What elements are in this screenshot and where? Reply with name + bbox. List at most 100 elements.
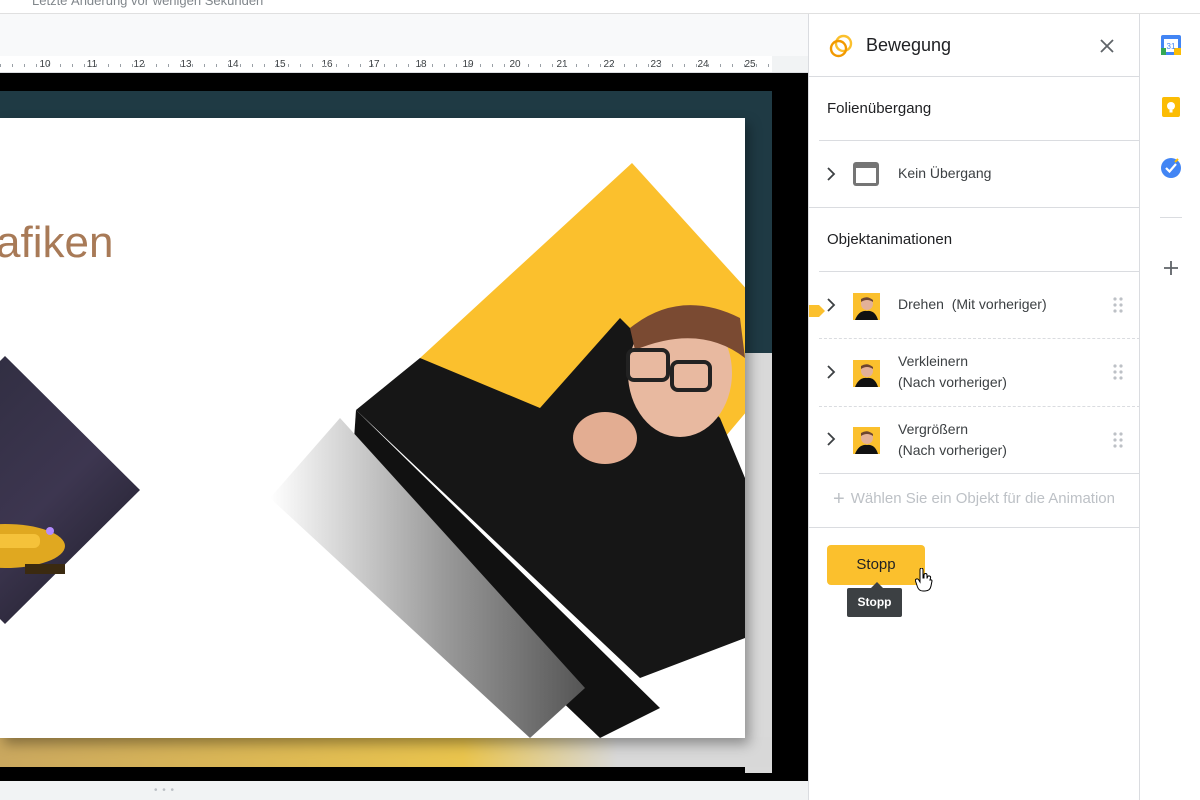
ruler-dot: [108, 64, 109, 67]
ruler-tick-label: 20: [509, 59, 521, 70]
panel-header: Bewegung: [809, 14, 1140, 77]
animation-item[interactable]: Verkleinern (Nach vorheriger): [809, 339, 1140, 406]
ruler-dot: [552, 64, 553, 67]
animation-object-thumbnail: [853, 360, 880, 387]
ruler-dot: [204, 64, 205, 67]
motion-icon: [829, 34, 853, 58]
ruler-dot: [732, 64, 733, 67]
transition-row[interactable]: Kein Übergang: [809, 141, 1140, 207]
ruler-tick-label: 17: [368, 59, 380, 70]
stop-tooltip: Stopp: [847, 582, 902, 617]
ruler-dot: [408, 64, 409, 67]
add-animation-row[interactable]: + Wählen Sie ein Objekt für die Animation: [809, 474, 1140, 527]
ruler-dot: [144, 64, 145, 67]
ruler-tick-label: 21: [556, 59, 568, 70]
add-icon[interactable]: [1160, 257, 1182, 279]
ruler-dot: [528, 64, 529, 67]
top-status-strip: Letzte Änderung vor wenigen Sekunden: [0, 0, 1200, 14]
slide-bottom-bar: [0, 737, 772, 767]
ruler-dot: [588, 64, 589, 67]
stop-button[interactable]: Stopp: [827, 545, 925, 585]
panel-title: Bewegung: [866, 35, 952, 55]
editor-area: 10111213141516171819202122232425 afiken: [0, 14, 808, 800]
ruler-dot: [672, 64, 673, 67]
ruler-dot: [396, 64, 397, 67]
motion-panel: Bewegung Folienübergang Kein Übergang Ob…: [808, 14, 1140, 800]
slide-shadow-strip: [745, 353, 772, 773]
drag-handle-icon[interactable]: [1112, 431, 1124, 449]
ruler-dot: [420, 64, 421, 67]
ruler-tick-label: 18: [415, 59, 427, 70]
ruler-dot: [516, 64, 517, 67]
ruler-dot: [48, 64, 49, 67]
ruler-dot: [276, 64, 277, 67]
animation-label: Vergrößern: [898, 421, 969, 437]
resize-grip-icon[interactable]: • • •: [154, 785, 175, 796]
animation-item[interactable]: Drehen (Mit vorheriger): [809, 272, 1140, 338]
animation-sublabel: (Nach vorheriger): [898, 374, 1007, 390]
ruler-dot: [156, 64, 157, 67]
keep-icon[interactable]: [1160, 96, 1182, 118]
chevron-right-icon[interactable]: [824, 365, 838, 379]
drag-handle-icon[interactable]: [1112, 296, 1124, 314]
horizontal-ruler[interactable]: 10111213141516171819202122232425: [0, 56, 772, 73]
ruler-tick-label: 24: [697, 59, 709, 70]
ruler-dot: [720, 64, 721, 67]
ruler-end: [772, 56, 808, 73]
ruler-dot: [288, 64, 289, 67]
ruler-dot: [456, 64, 457, 67]
ruler-dot: [384, 64, 385, 67]
calendar-icon[interactable]: 31: [1160, 34, 1182, 56]
close-icon[interactable]: [1099, 38, 1115, 54]
ruler-dot: [492, 64, 493, 67]
ruler-dot: [264, 64, 265, 67]
animation-item[interactable]: Vergrößern (Nach vorheriger): [809, 407, 1140, 473]
animation-label: Drehen (Mit vorheriger): [898, 296, 1047, 312]
ruler-dot: [180, 64, 181, 67]
ruler-dot: [468, 64, 469, 67]
ruler-dot: [360, 64, 361, 67]
transition-section-label: Folienübergang: [827, 100, 932, 117]
ruler-dot: [708, 64, 709, 67]
divider: [809, 527, 1140, 528]
animation-sublabel: (Nach vorheriger): [898, 442, 1007, 458]
ruler-dot: [240, 64, 241, 67]
tasks-icon[interactable]: [1160, 157, 1182, 179]
ruler-tick-label: 13: [180, 59, 192, 70]
ruler-dot: [324, 64, 325, 67]
ruler-dot: [348, 64, 349, 67]
drag-handle-icon[interactable]: [1112, 363, 1124, 381]
ruler-dot: [168, 64, 169, 67]
calendar-day: 31: [1167, 42, 1176, 51]
person-photo-composition[interactable]: [0, 118, 745, 738]
ruler-dot: [12, 64, 13, 67]
ruler-dot: [192, 64, 193, 67]
ruler-dot: [504, 64, 505, 67]
slide-canvas[interactable]: afiken: [0, 118, 745, 738]
add-animation-text: + Wählen Sie ein Objekt für die Animation: [833, 488, 1115, 511]
ruler-tick-label: 14: [227, 59, 239, 70]
hand-cursor-icon: [915, 568, 933, 592]
ruler-tick-label: 25: [744, 59, 756, 70]
ruler-dot: [252, 64, 253, 67]
add-animation-placeholder: Wählen Sie ein Objekt für die Animation: [850, 490, 1115, 507]
animation-label: Verkleinern: [898, 353, 969, 369]
ruler-dot: [300, 64, 301, 67]
ruler-dot: [768, 64, 769, 67]
chevron-right-icon[interactable]: [824, 432, 838, 446]
ruler-dot: [624, 64, 625, 67]
ruler-dot: [312, 64, 313, 67]
ruler-dot: [24, 64, 25, 67]
last-edit-status[interactable]: Letzte Änderung vor wenigen Sekunden: [32, 0, 263, 8]
slide-transition-icon: [853, 162, 879, 186]
ruler-tick-label: 12: [133, 59, 145, 70]
chevron-right-icon[interactable]: [824, 167, 838, 181]
app-window: Letzte Änderung vor wenigen Sekunden 10 1…: [0, 0, 1200, 800]
ruler-dot: [336, 64, 337, 67]
ruler-dot: [684, 64, 685, 67]
ruler-dot: [96, 64, 97, 67]
ruler-dot: [564, 64, 565, 67]
chevron-right-icon[interactable]: [824, 298, 838, 312]
ruler-dot: [72, 64, 73, 67]
ruler-dot: [600, 64, 601, 67]
